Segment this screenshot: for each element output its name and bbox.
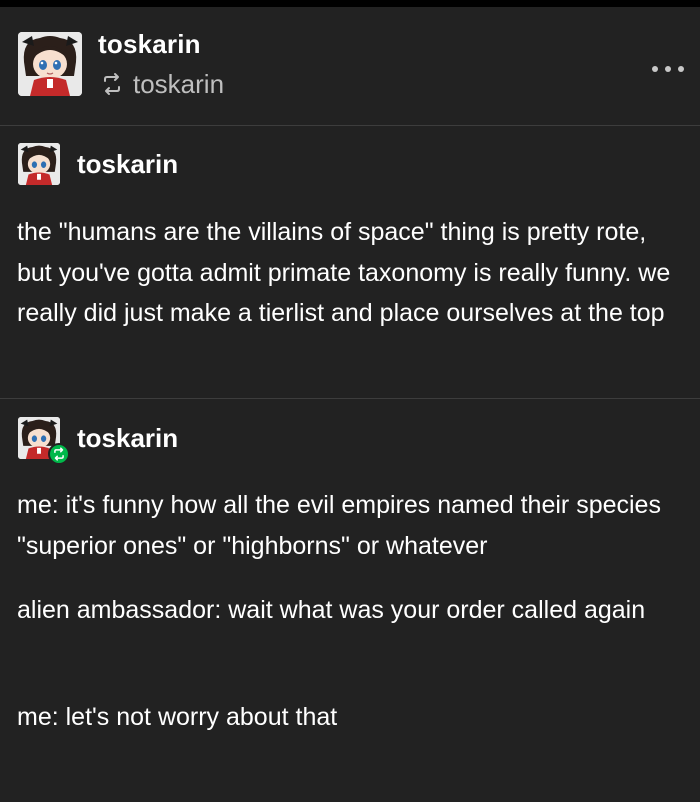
avatar[interactable] bbox=[18, 143, 60, 185]
post-paragraph: alien ambassador: wait what was your ord… bbox=[17, 596, 646, 624]
avatar[interactable] bbox=[18, 417, 70, 465]
trail-item-header: toskarin bbox=[18, 416, 178, 465]
reblog-badge-icon bbox=[48, 443, 70, 465]
blog-name[interactable]: toskarin bbox=[98, 29, 201, 60]
trail-item-header: toskarin bbox=[18, 142, 178, 186]
post-paragraph: me: it's funny how all the evil empires … bbox=[17, 491, 661, 560]
avatar-image bbox=[18, 32, 82, 96]
more-options-button[interactable] bbox=[652, 61, 684, 77]
reblog-source-name: toskarin bbox=[133, 68, 225, 99]
trail-blog-name[interactable]: toskarin bbox=[77, 149, 178, 180]
trail-blog-name[interactable]: toskarin bbox=[77, 423, 178, 454]
divider bbox=[0, 125, 700, 126]
post-paragraph: me: let's not worry about that bbox=[17, 703, 338, 731]
avatar[interactable] bbox=[18, 32, 82, 96]
avatar-image bbox=[18, 143, 60, 185]
reblog-source[interactable]: toskarin bbox=[100, 69, 224, 99]
divider bbox=[0, 398, 700, 399]
top-status-bar bbox=[0, 0, 700, 7]
more-options-icon bbox=[652, 66, 658, 72]
reblog-icon bbox=[100, 72, 124, 96]
post-body-text: the "humans are the villains of space" t… bbox=[17, 218, 671, 327]
post-header: toskarin toskarin bbox=[0, 7, 700, 125]
